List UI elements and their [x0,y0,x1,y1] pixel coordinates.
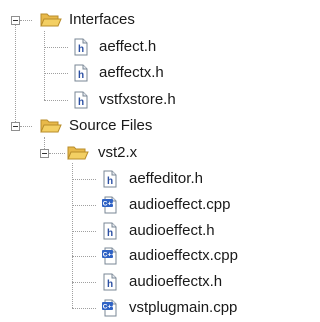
tree-line [44,47,68,48]
header-file-icon: h [74,91,88,109]
cpp-file-icon: C++ [102,299,117,317]
tree-line [72,179,96,180]
tree-line [20,126,32,127]
tree-line [44,100,68,101]
minus-icon [13,126,18,127]
file-label: aeffeditor.h [129,170,203,187]
file-label: audioeffectx.cpp [129,247,238,264]
tree-line [72,308,96,309]
tree-line [44,31,45,100]
header-file-icon: h [103,222,117,240]
header-file-icon: h [103,170,117,188]
collapse-toggle[interactable] [11,122,20,131]
file-label: audioeffect.cpp [129,196,231,213]
file-label: audioeffect.h [129,222,215,239]
tree-line [15,25,16,126]
header-file-icon: h [103,273,117,291]
tree-line [72,282,96,283]
svg-text:h: h [107,228,113,239]
tree-line [49,153,65,154]
file-label: vstplugmain.cpp [129,299,238,316]
collapse-toggle[interactable] [11,16,20,25]
svg-text:h: h [78,70,84,81]
cpp-file-icon: C++ [102,196,117,214]
file-label: aeffectx.h [99,64,164,81]
file-label: vstfxstore.h [99,91,176,108]
svg-text:C++: C++ [103,201,115,208]
svg-text:h: h [78,44,84,55]
tree-line [44,73,68,74]
folder-label: Source Files [69,117,153,134]
folder-open-icon [40,119,62,133]
cpp-file-icon: C++ [102,247,117,265]
tree-line [72,205,96,206]
svg-text:C++: C++ [103,252,115,259]
svg-text:h: h [107,279,113,290]
minus-icon [42,153,47,154]
svg-text:C++: C++ [103,304,115,311]
header-file-icon: h [74,38,88,56]
tree-line [20,20,32,21]
folder-open-icon [67,146,89,160]
folder-label: Interfaces [69,11,135,28]
tree-line [72,231,96,232]
svg-text:h: h [78,97,84,108]
collapse-toggle[interactable] [40,149,49,158]
file-label: aeffect.h [99,38,157,55]
minus-icon [13,20,18,21]
folder-open-icon [40,13,62,27]
file-label: audioeffectx.h [129,273,223,290]
tree-line [72,256,96,257]
header-file-icon: h [74,64,88,82]
tree-line [72,163,73,308]
folder-label: vst2.x [98,144,138,161]
svg-text:h: h [107,176,113,187]
